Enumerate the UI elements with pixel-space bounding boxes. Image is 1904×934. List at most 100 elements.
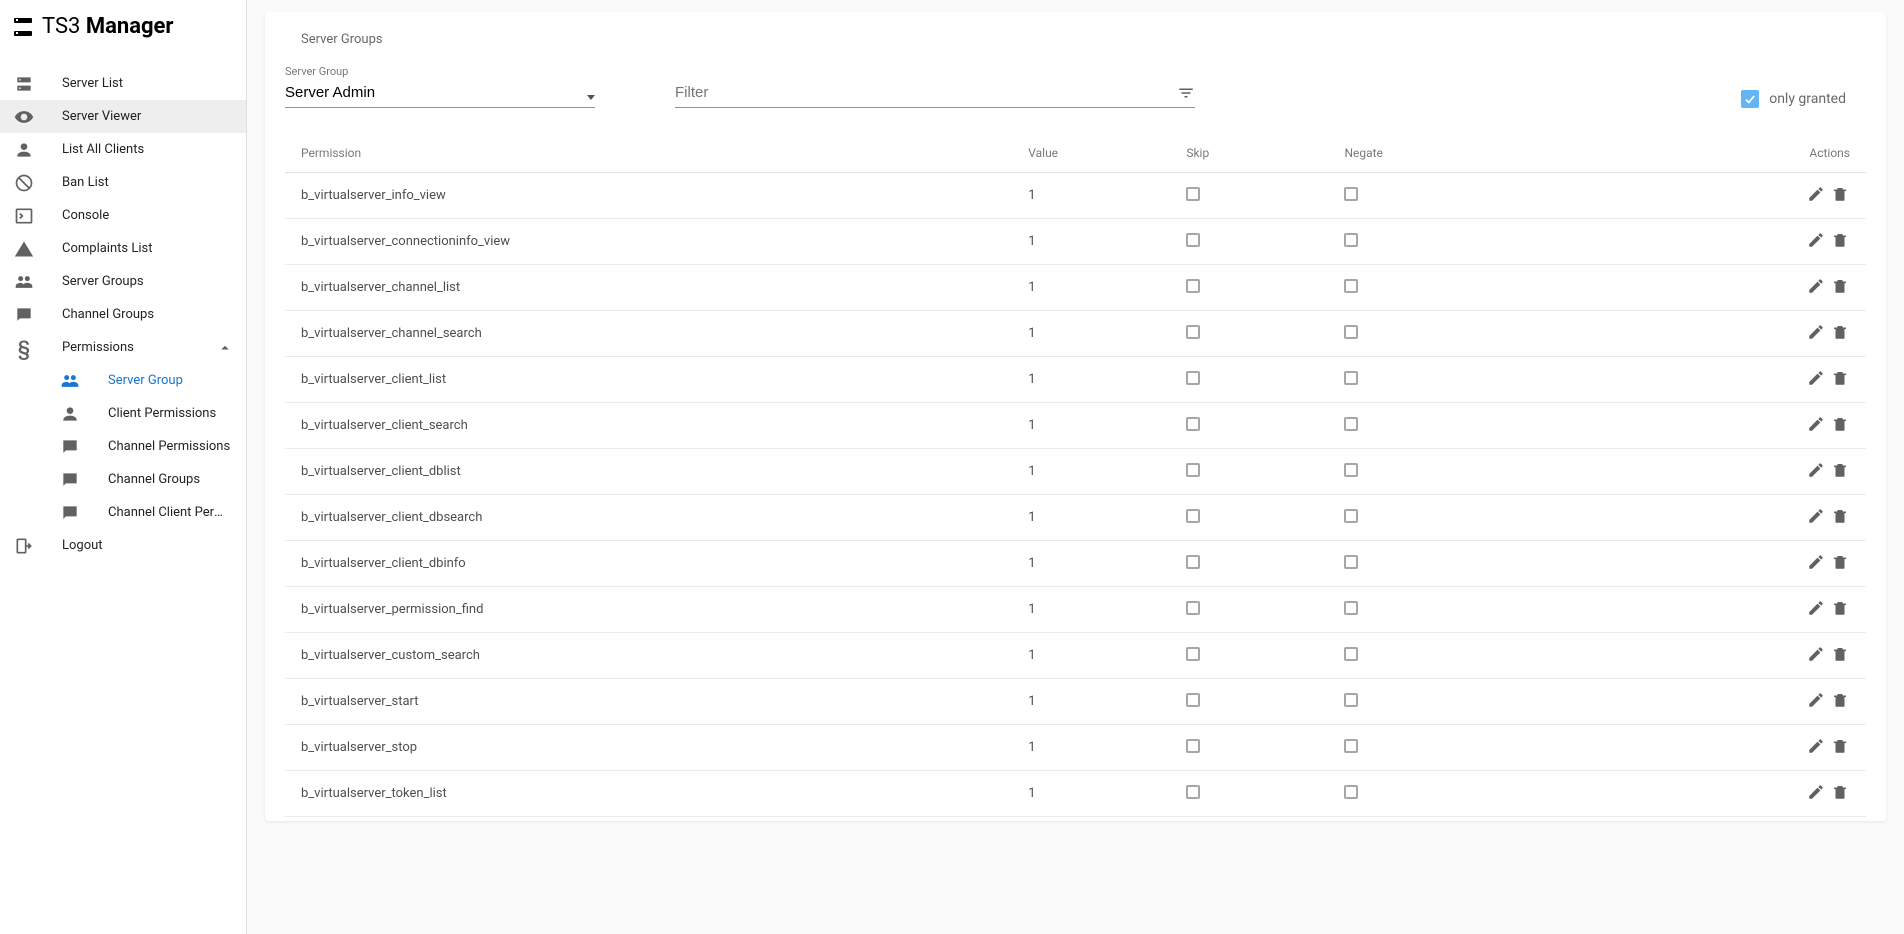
negate-checkbox[interactable]	[1344, 463, 1358, 477]
ban-icon	[12, 173, 36, 193]
filter-icon	[1177, 84, 1195, 102]
nav-item-server-viewer[interactable]: Server Viewer	[0, 100, 246, 133]
header-permission[interactable]: Permission	[285, 134, 1012, 173]
header-skip[interactable]: Skip	[1170, 134, 1328, 173]
delete-button[interactable]	[1830, 184, 1850, 204]
skip-checkbox[interactable]	[1186, 785, 1200, 799]
delete-button[interactable]	[1830, 690, 1850, 710]
edit-button[interactable]	[1806, 184, 1826, 204]
cell-negate	[1328, 541, 1613, 587]
chevron-up-icon	[216, 339, 234, 357]
edit-button[interactable]	[1806, 230, 1826, 250]
sub-item-channel-permissions[interactable]: Channel Permissions	[0, 430, 246, 463]
skip-checkbox[interactable]	[1186, 509, 1200, 523]
delete-button[interactable]	[1830, 230, 1850, 250]
delete-button[interactable]	[1830, 736, 1850, 756]
edit-button[interactable]	[1806, 414, 1826, 434]
skip-checkbox[interactable]	[1186, 739, 1200, 753]
delete-button[interactable]	[1830, 506, 1850, 526]
edit-button[interactable]	[1806, 690, 1826, 710]
edit-button[interactable]	[1806, 322, 1826, 342]
filter-field[interactable]	[675, 80, 1195, 108]
delete-button[interactable]	[1830, 322, 1850, 342]
skip-checkbox[interactable]	[1186, 417, 1200, 431]
server-group-select-value[interactable]	[285, 80, 595, 108]
skip-checkbox[interactable]	[1186, 187, 1200, 201]
cell-actions	[1613, 173, 1866, 219]
table-row: b_virtualserver_client_dbinfo1	[285, 541, 1866, 587]
skip-checkbox[interactable]	[1186, 693, 1200, 707]
nav-item-server-list[interactable]: Server List	[0, 67, 246, 100]
sub-item-channel-client-permissio-[interactable]: Channel Client Permissio…	[0, 496, 246, 529]
edit-button[interactable]	[1806, 460, 1826, 480]
delete-button[interactable]	[1830, 460, 1850, 480]
negate-checkbox[interactable]	[1344, 693, 1358, 707]
skip-checkbox[interactable]	[1186, 279, 1200, 293]
cell-skip	[1170, 449, 1328, 495]
only-granted-checkbox[interactable]	[1741, 90, 1759, 108]
nav-item-permissions[interactable]: §Permissions	[0, 331, 246, 364]
negate-checkbox[interactable]	[1344, 555, 1358, 569]
skip-checkbox[interactable]	[1186, 601, 1200, 615]
negate-checkbox[interactable]	[1344, 371, 1358, 385]
cell-negate	[1328, 265, 1613, 311]
chat-icon	[12, 305, 36, 325]
filter-input[interactable]	[675, 80, 1195, 108]
nav-item-ban-list[interactable]: Ban List	[0, 166, 246, 199]
table-row: b_virtualserver_channel_list1	[285, 265, 1866, 311]
negate-checkbox[interactable]	[1344, 417, 1358, 431]
sub-item-client-permissions[interactable]: Client Permissions	[0, 397, 246, 430]
edit-button[interactable]	[1806, 368, 1826, 388]
skip-checkbox[interactable]	[1186, 371, 1200, 385]
edit-button[interactable]	[1806, 644, 1826, 664]
only-granted-toggle[interactable]: only granted	[1741, 90, 1866, 108]
delete-button[interactable]	[1830, 414, 1850, 434]
nav-item-complaints-list[interactable]: Complaints List	[0, 232, 246, 265]
nav-item-logout[interactable]: Logout	[0, 529, 246, 562]
edit-button[interactable]	[1806, 598, 1826, 618]
nav-item-server-groups[interactable]: Server Groups	[0, 265, 246, 298]
negate-checkbox[interactable]	[1344, 187, 1358, 201]
negate-checkbox[interactable]	[1344, 601, 1358, 615]
negate-checkbox[interactable]	[1344, 647, 1358, 661]
header-negate[interactable]: Negate	[1328, 134, 1613, 173]
sub-item-server-group[interactable]: Server Group	[0, 364, 246, 397]
delete-button[interactable]	[1830, 598, 1850, 618]
cell-negate	[1328, 633, 1613, 679]
nav-item-list-all-clients[interactable]: List All Clients	[0, 133, 246, 166]
edit-button[interactable]	[1806, 506, 1826, 526]
delete-button[interactable]	[1830, 276, 1850, 296]
delete-button[interactable]	[1830, 368, 1850, 388]
skip-checkbox[interactable]	[1186, 647, 1200, 661]
cell-value: 1	[1012, 541, 1170, 587]
people-icon	[58, 371, 82, 391]
negate-checkbox[interactable]	[1344, 233, 1358, 247]
header-value[interactable]: Value	[1012, 134, 1170, 173]
edit-button[interactable]	[1806, 736, 1826, 756]
negate-checkbox[interactable]	[1344, 739, 1358, 753]
nav-label: List All Clients	[62, 142, 234, 157]
negate-checkbox[interactable]	[1344, 785, 1358, 799]
skip-checkbox[interactable]	[1186, 325, 1200, 339]
delete-button[interactable]	[1830, 552, 1850, 572]
delete-button[interactable]	[1830, 782, 1850, 802]
nav-item-channel-groups[interactable]: Channel Groups	[0, 298, 246, 331]
negate-checkbox[interactable]	[1344, 509, 1358, 523]
server-group-select-label: Server Group	[285, 65, 595, 78]
nav-item-console[interactable]: Console	[0, 199, 246, 232]
cell-value: 1	[1012, 495, 1170, 541]
negate-checkbox[interactable]	[1344, 325, 1358, 339]
eye-icon	[12, 107, 36, 127]
sub-item-channel-groups[interactable]: Channel Groups	[0, 463, 246, 496]
skip-checkbox[interactable]	[1186, 555, 1200, 569]
edit-button[interactable]	[1806, 782, 1826, 802]
edit-button[interactable]	[1806, 552, 1826, 572]
server-group-select[interactable]: Server Group	[285, 65, 595, 108]
negate-checkbox[interactable]	[1344, 279, 1358, 293]
skip-checkbox[interactable]	[1186, 233, 1200, 247]
skip-checkbox[interactable]	[1186, 463, 1200, 477]
cell-negate	[1328, 495, 1613, 541]
edit-button[interactable]	[1806, 276, 1826, 296]
delete-button[interactable]	[1830, 644, 1850, 664]
cell-negate	[1328, 725, 1613, 771]
